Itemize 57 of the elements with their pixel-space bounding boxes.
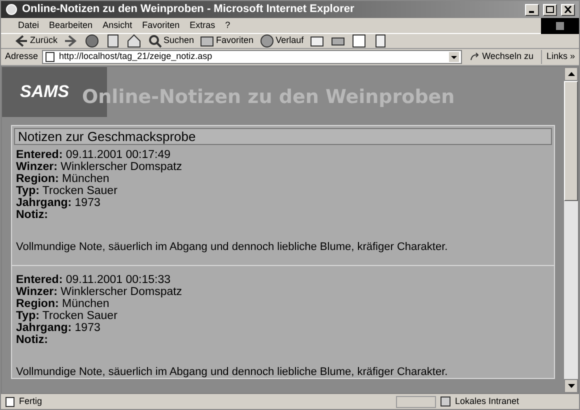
go-arrow-icon: [470, 52, 480, 62]
toolbar-icon-button[interactable]: [350, 33, 367, 49]
note-field: Typ: Trocken Sauer: [16, 310, 550, 322]
close-icon: [564, 6, 572, 13]
note-field: Region: München: [16, 298, 550, 310]
address-field[interactable]: http://localhost/tag_21/zeige_notiz.asp: [42, 50, 462, 64]
dropdown-caret-icon: [449, 52, 460, 62]
status-text: Fertig: [19, 394, 44, 408]
links-label[interactable]: Links »: [541, 50, 575, 64]
menu-item[interactable]: Ansicht: [98, 18, 138, 32]
note-field: Entered: 09.11.2001 00:17:49: [16, 149, 550, 161]
zone-text: Lokales Intranet: [455, 394, 520, 408]
note-field: Jahrgang: 1973: [16, 322, 550, 334]
maximize-button[interactable]: [543, 4, 557, 16]
toolbar-button[interactable]: Zurück: [13, 33, 58, 49]
refresh-icon: [104, 33, 121, 49]
menu-item[interactable]: Extras: [184, 18, 220, 32]
browser-icon: [5, 3, 18, 16]
search-icon: [146, 33, 163, 49]
note-field: Typ: Trocken Sauer: [16, 185, 550, 197]
note-field: Notiz:: [16, 334, 550, 346]
toolbar-icon-button[interactable]: [104, 33, 121, 49]
stop-icon: [84, 33, 100, 49]
back-arrow-icon: [13, 33, 29, 49]
note-field: Winzer: Winklerscher Domspatz: [16, 286, 550, 298]
note-field: Notiz:: [16, 209, 550, 221]
page-icon: [45, 52, 56, 62]
menu-item[interactable]: Bearbeiten: [44, 18, 98, 32]
menu-item[interactable]: Favoriten: [137, 18, 185, 32]
toolbar-icon-button[interactable]: [84, 33, 100, 49]
menu-item[interactable]: ?: [220, 18, 236, 32]
scrollbar[interactable]: [564, 67, 578, 393]
toolbar-button[interactable]: Suchen: [146, 33, 194, 49]
panel-heading: Notizen zur Geschmacksprobe: [14, 128, 552, 145]
close-button[interactable]: [561, 4, 575, 16]
note-field: Entered: 09.11.2001 00:15:33: [16, 274, 550, 286]
address-label: Adresse: [5, 50, 38, 64]
toolbar-icon-button[interactable]: [126, 33, 142, 49]
intranet-icon: [440, 396, 451, 407]
scroll-up-icon: [568, 72, 574, 76]
note-field: Winzer: Winklerscher Domspatz: [16, 161, 550, 173]
status-pane: [396, 396, 436, 408]
go-button[interactable]: Wechseln zu: [466, 50, 538, 64]
toolbar-icon-button[interactable]: [62, 33, 79, 49]
note-field: Jahrgang: 1973: [16, 197, 550, 209]
note-field: Region: München: [16, 173, 550, 185]
toolbar-button[interactable]: Verlauf: [258, 33, 304, 49]
menu-item[interactable]: Datei: [13, 18, 44, 32]
page-icon: [5, 396, 15, 406]
note-text: Vollmundige Note, säuerlich im Abgang und dennoch liebliche Blume, kräfiger Charakter.: [16, 366, 449, 378]
forward-arrow-icon: [62, 33, 79, 49]
minimize-button[interactable]: [525, 4, 539, 16]
window-title: Online-Notizen zu den Weinproben - Microsoft Internet Explorer: [22, 2, 356, 18]
maximize-icon: [546, 6, 554, 13]
toolbar-button[interactable]: Favoriten: [199, 33, 254, 49]
note-text: Vollmundige Note, säuerlich im Abgang und dennoch liebliche Blume, kräfiger Charakter.: [16, 241, 449, 253]
scroll-down-icon: [568, 384, 574, 388]
